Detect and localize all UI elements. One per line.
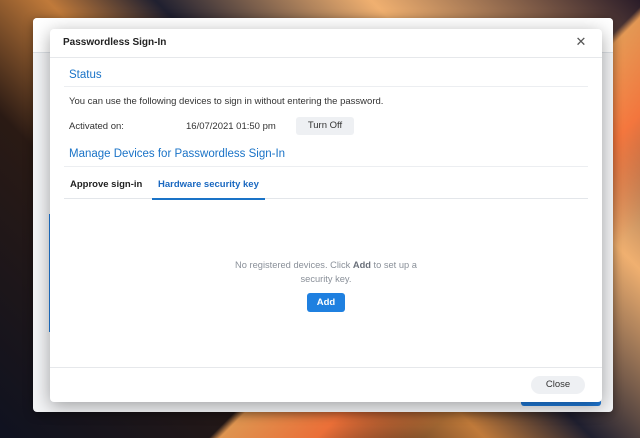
- tab-approve-signin[interactable]: Approve sign-in: [64, 178, 148, 198]
- empty-message-prefix: No registered devices. Click: [235, 260, 353, 270]
- dialog-title-bar: Passwordless Sign-In ✕: [50, 29, 602, 58]
- passwordless-signin-dialog: Passwordless Sign-In ✕ Status You can us…: [50, 29, 602, 402]
- dialog-title: Passwordless Sign-In: [63, 37, 167, 48]
- divider: [64, 166, 588, 167]
- add-button[interactable]: Add: [307, 293, 345, 312]
- empty-state-message: No registered devices. Click Add to set …: [220, 258, 432, 286]
- close-icon[interactable]: ✕: [574, 35, 588, 49]
- activated-label: Activated on:: [69, 121, 124, 132]
- activated-value: 16/07/2021 01:50 pm: [186, 121, 276, 132]
- dialog-footer: Close: [50, 367, 602, 402]
- empty-message-bold: Add: [352, 260, 371, 270]
- close-button[interactable]: Close: [531, 376, 585, 394]
- tab-hardware-security-key[interactable]: Hardware security key: [152, 178, 265, 200]
- manage-heading: Manage Devices for Passwordless Sign-In: [69, 148, 286, 160]
- status-heading: Status: [69, 69, 102, 81]
- divider: [64, 86, 588, 87]
- device-tabs: Approve sign-in Hardware security key: [64, 172, 588, 200]
- status-description: You can use the following devices to sig…: [69, 96, 384, 107]
- turn-off-button[interactable]: Turn Off: [296, 117, 354, 135]
